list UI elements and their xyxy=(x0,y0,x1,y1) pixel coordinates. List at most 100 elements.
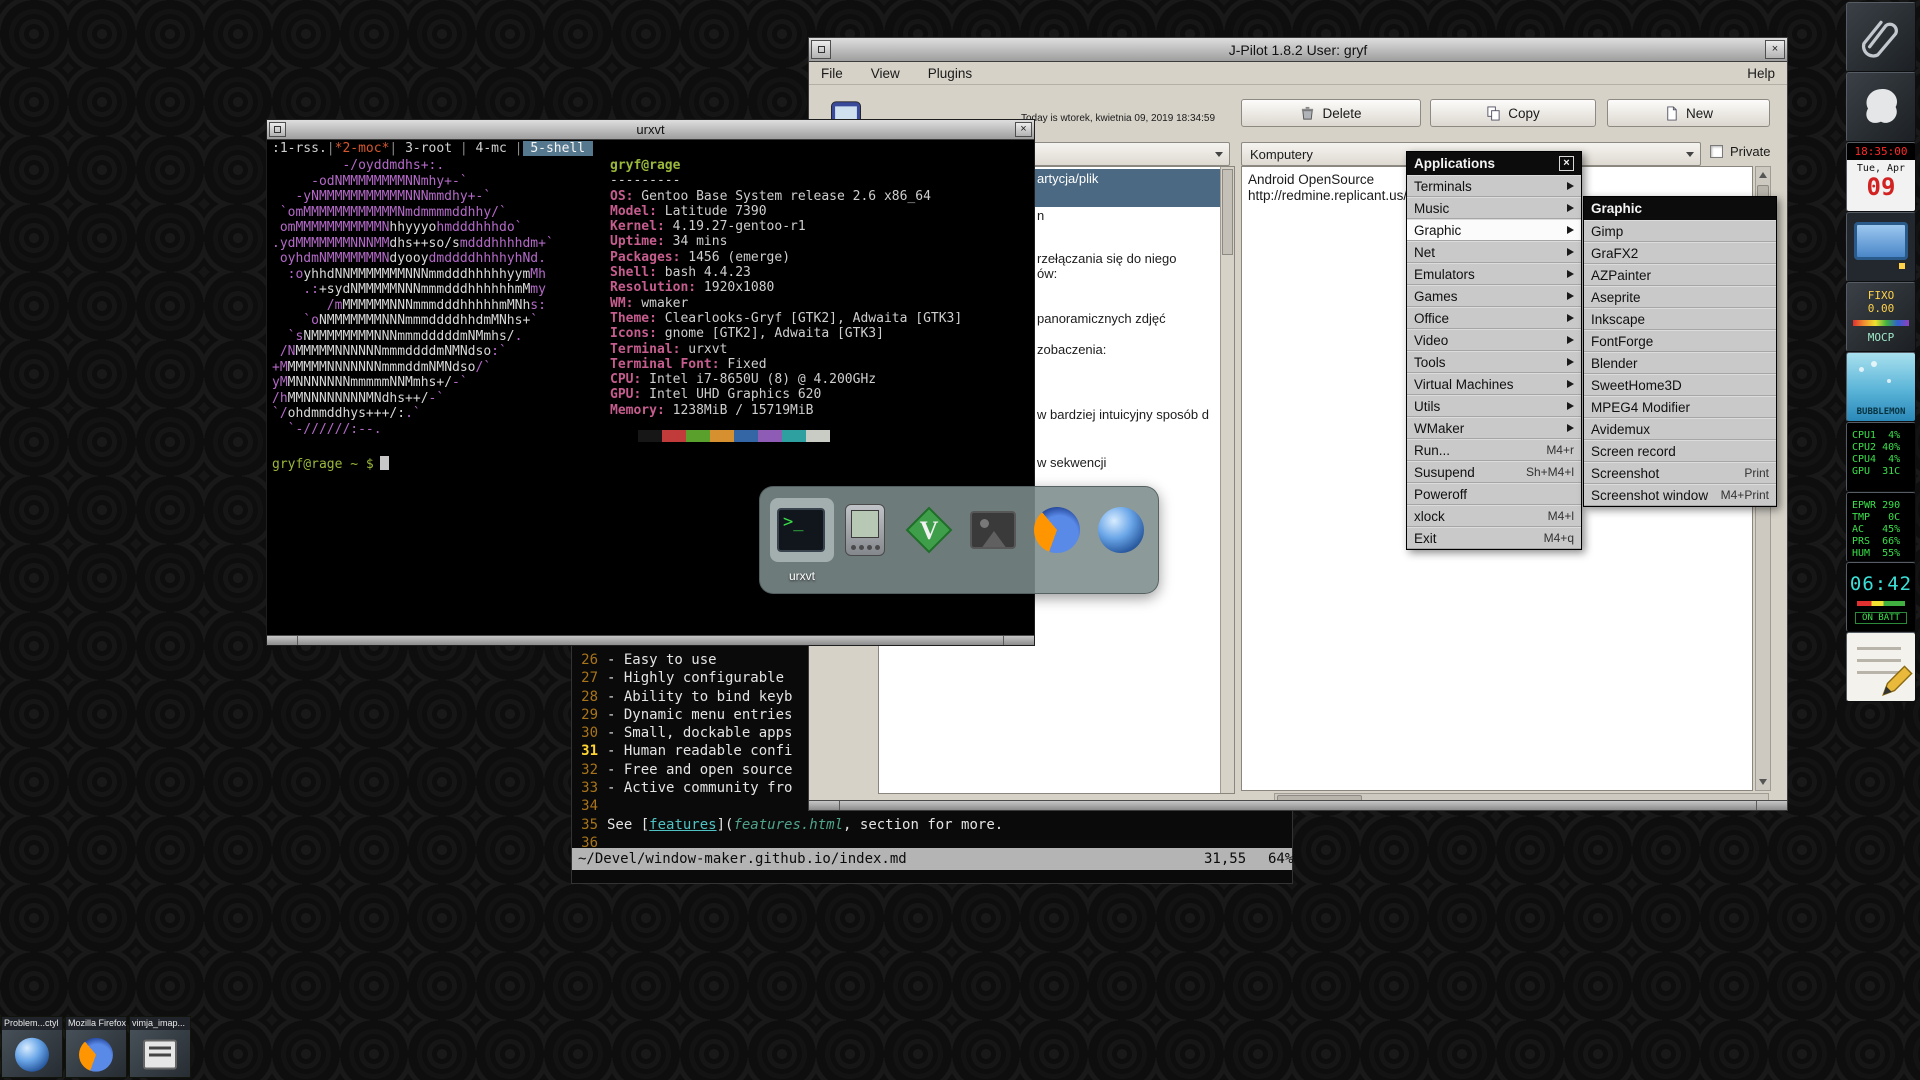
memo-list-text-fragment: w sekwencji xyxy=(1037,455,1106,470)
graphic-submenu: Graphic GimpGraFX2AZPainter Aseprite Inksc… xyxy=(1583,196,1777,507)
memo-list-scrollbar[interactable] xyxy=(1220,167,1234,793)
vim-line-number: 27 xyxy=(572,669,598,687)
menu-item-blender[interactable]: Blender xyxy=(1584,352,1776,374)
switcher-app-image[interactable] xyxy=(965,502,1021,558)
miniaturize-icon xyxy=(818,46,825,53)
menu-item-office[interactable]: Office xyxy=(1407,307,1581,329)
menu-item-exit[interactable]: ExitM4+q xyxy=(1407,527,1581,549)
menu-item-terminals[interactable]: Terminals xyxy=(1407,175,1581,197)
menu-item-screenshot-window[interactable]: Screenshot windowM4+Print xyxy=(1584,484,1776,506)
dockapp-sensors[interactable]: EPWR 290 TMP 0C AC 45% PRS 66% HUM 55% xyxy=(1846,492,1916,562)
neofetch-info-line: Shell: bash 4.4.23 xyxy=(610,265,962,280)
close-icon[interactable]: × xyxy=(1559,156,1574,171)
menu-item-label: Aseprite xyxy=(1591,290,1641,305)
menu-item-games[interactable]: Games xyxy=(1407,285,1581,307)
menu-item-wmaker[interactable]: WMaker xyxy=(1407,417,1581,439)
graphic-submenu-titlebar[interactable]: Graphic xyxy=(1584,197,1776,220)
menu-item-poweroff[interactable]: Poweroff xyxy=(1407,483,1581,505)
menu-item-xlock[interactable]: xlockM4+l xyxy=(1407,505,1581,527)
menu-item-graphic[interactable]: Graphic xyxy=(1407,219,1581,241)
neofetch-info: gryf@rage---------OS: Gentoo Base System… xyxy=(610,158,962,418)
menu-help[interactable]: Help xyxy=(1747,66,1775,81)
menu-item-tools[interactable]: Tools xyxy=(1407,351,1581,373)
menu-item-sweethome3d[interactable]: SweetHome3D xyxy=(1584,374,1776,396)
menu-item-avidemux[interactable]: Avidemux xyxy=(1584,418,1776,440)
neofetch-info-line: WM: wmaker xyxy=(610,296,962,311)
copy-button[interactable]: Copy xyxy=(1430,99,1596,127)
scroll-up-icon[interactable] xyxy=(1759,172,1767,178)
menu-item-shortcut: M4+r xyxy=(1546,443,1574,457)
menu-plugins[interactable]: Plugins xyxy=(928,66,972,81)
shell-prompt: gryf@rage ~ $ xyxy=(272,456,389,472)
screen-tab[interactable]: 3-root xyxy=(397,141,460,156)
dockapp-display[interactable] xyxy=(1846,212,1916,282)
close-button[interactable]: × xyxy=(1015,122,1032,137)
palm-pilot-icon xyxy=(845,504,885,556)
dockapp-calclock[interactable]: 18:35:00Tue, Apr09 xyxy=(1846,142,1916,212)
switcher-app-globe[interactable] xyxy=(1093,502,1149,558)
terminal-titlebar[interactable]: urxvt × xyxy=(267,120,1034,140)
dockapp-mixer[interactable]: FIXO0.00MOCP xyxy=(1846,282,1916,352)
menu-item-run[interactable]: Run...M4+r xyxy=(1407,439,1581,461)
minimized-window-problem-ctyl[interactable]: Problem...ctyl xyxy=(1,1016,63,1078)
minimized-window-mozilla-firefox[interactable]: Mozilla Firefox xyxy=(65,1016,127,1078)
scroll-down-icon[interactable] xyxy=(1759,779,1767,785)
menu-item-music[interactable]: Music xyxy=(1407,197,1581,219)
vim-line-number: 35 xyxy=(572,816,598,834)
menu-item-emulators[interactable]: Emulators xyxy=(1407,263,1581,285)
ascii-art-line: `/ohdmmddhys+++/:.` xyxy=(272,406,554,422)
switcher-app-firefox[interactable] xyxy=(1029,502,1085,558)
menu-item-azpainter[interactable]: AZPainter xyxy=(1584,264,1776,286)
menu-item-fontforge[interactable]: FontForge xyxy=(1584,330,1776,352)
menu-item-gimp[interactable]: Gimp xyxy=(1584,220,1776,242)
menu-view[interactable]: View xyxy=(871,66,900,81)
terminal-color-swatch xyxy=(734,430,758,442)
switcher-app-vim[interactable]: V xyxy=(901,502,957,558)
screen-tab[interactable]: *2-moc* xyxy=(335,141,390,156)
menu-item-label: Poweroff xyxy=(1414,487,1467,502)
scrollbar-thumb[interactable] xyxy=(1222,169,1233,255)
screen-tab[interactable]: 5-shell xyxy=(523,141,593,156)
dockapp-notes[interactable] xyxy=(1846,632,1916,702)
resize-bar[interactable] xyxy=(809,800,1787,810)
menu-item-video[interactable]: Video xyxy=(1407,329,1581,351)
menu-item-grafx2[interactable]: GraFX2 xyxy=(1584,242,1776,264)
menu-item-susupend[interactable]: SusupendSh+M4+l xyxy=(1407,461,1581,483)
menu-item-aseprite[interactable]: Aseprite xyxy=(1584,286,1776,308)
tab-separator: | xyxy=(460,141,468,156)
dockapp-blob[interactable] xyxy=(1846,72,1916,142)
miniaturize-button[interactable] xyxy=(811,40,831,59)
neofetch-info-line: GPU: Intel UHD Graphics 620 xyxy=(610,387,962,402)
menu-item-screen-record[interactable]: Screen record xyxy=(1584,440,1776,462)
vim-line-text: - Human readable confi xyxy=(607,743,792,759)
delete-button-label: Delete xyxy=(1322,106,1361,121)
dockapp-clip[interactable] xyxy=(1846,2,1916,72)
applications-menu-titlebar[interactable]: Applications × xyxy=(1407,152,1581,175)
menu-item-label: FontForge xyxy=(1591,334,1653,349)
switcher-app-urxvt[interactable]: >_ xyxy=(773,502,829,558)
menu-item-virtual-machines[interactable]: Virtual Machines xyxy=(1407,373,1581,395)
screen-tab[interactable]: 4-mc xyxy=(468,141,515,156)
dockapp-bubblemon[interactable]: BUBBLEMON xyxy=(1846,352,1916,422)
menu-file[interactable]: File xyxy=(821,66,843,81)
menu-item-net[interactable]: Net xyxy=(1407,241,1581,263)
delete-button[interactable]: Delete xyxy=(1241,99,1421,127)
new-button[interactable]: New xyxy=(1607,99,1770,127)
menu-item-label: Video xyxy=(1414,333,1448,348)
dockapp-battclock[interactable]: 06:42ON BATT xyxy=(1846,562,1916,632)
minimized-window-vimja-imap[interactable]: vimja_imap... xyxy=(129,1016,191,1078)
menu-item-screenshot[interactable]: ScreenshotPrint xyxy=(1584,462,1776,484)
screen-tab[interactable]: :1-rss. xyxy=(272,141,327,156)
jpilot-titlebar[interactable]: J-Pilot 1.8.2 User: gryf × xyxy=(809,38,1787,62)
close-button[interactable]: × xyxy=(1765,40,1785,59)
menu-item-mpeg4-modifier[interactable]: MPEG4 Modifier xyxy=(1584,396,1776,418)
private-checkbox[interactable] xyxy=(1710,145,1723,158)
dockapp-cpumon[interactable]: CPU1 4% CPU2 40% CPU4 4% GPU 31C xyxy=(1846,422,1916,492)
menu-item-inkscape[interactable]: Inkscape xyxy=(1584,308,1776,330)
switcher-app-palm[interactable] xyxy=(837,502,893,558)
miniaturize-button[interactable] xyxy=(269,122,286,137)
submenu-arrow-icon xyxy=(1567,424,1574,432)
vim-line-number: 30 xyxy=(572,724,598,742)
menu-item-utils[interactable]: Utils xyxy=(1407,395,1581,417)
resize-bar[interactable] xyxy=(267,635,1034,645)
